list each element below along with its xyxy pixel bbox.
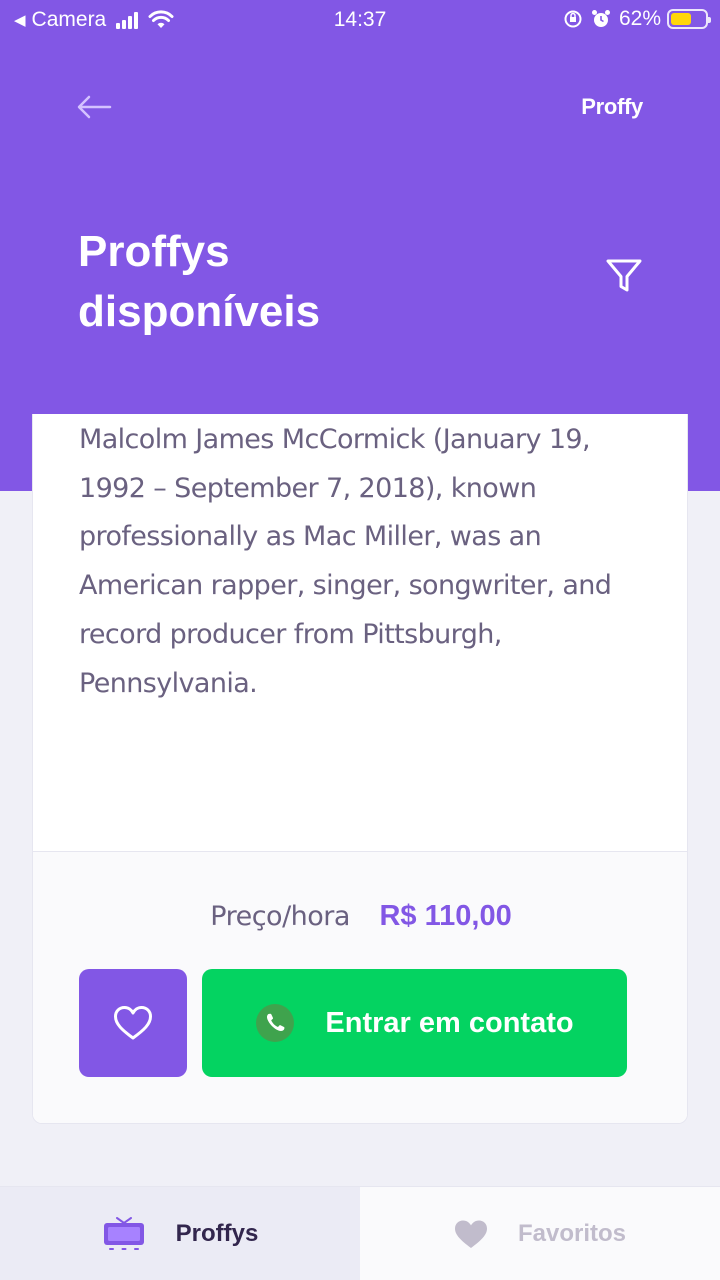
- price-row: Preço/hora R$ 110,00: [33, 900, 687, 933]
- price-label: Preço/hora: [210, 901, 350, 932]
- tab-favoritos-label: Favoritos: [517, 1220, 627, 1247]
- battery-icon: [667, 9, 711, 29]
- orientation-lock-icon: [564, 10, 582, 28]
- card-footer: Preço/hora R$ 110,00 Entrar em contato: [33, 851, 687, 1123]
- whatsapp-icon: [256, 1004, 295, 1042]
- alarm-icon: [591, 10, 610, 27]
- screen: ◀ Camera 14:37 62% Proffy Proffys dispon…: [0, 0, 720, 1280]
- tv-icon: [103, 1217, 144, 1250]
- contact-button-label: Entrar em contato: [325, 1006, 574, 1039]
- back-arrow-icon[interactable]: [74, 92, 114, 122]
- page-title-line-1: Proffys: [78, 227, 230, 276]
- tab-proffys[interactable]: Proffys: [0, 1187, 360, 1280]
- heart-outline-icon: [114, 1006, 152, 1040]
- status-right: 62%: [563, 7, 711, 31]
- price-value: R$ 110,00: [379, 900, 512, 932]
- status-bar: ◀ Camera 14:37 62%: [0, 0, 720, 40]
- tab-proffys-label: Proffys: [175, 1220, 259, 1247]
- contact-button[interactable]: Entrar em contato: [202, 969, 627, 1077]
- battery-fill: [671, 13, 692, 25]
- page-title: Proffys disponíveis: [78, 222, 498, 342]
- brand-logo: Proffy: [581, 94, 643, 119]
- page-title-line-2: disponíveis: [78, 287, 321, 336]
- battery-percent: 62%: [618, 7, 661, 30]
- tab-favoritos[interactable]: Favoritos: [360, 1187, 720, 1280]
- filter-icon[interactable]: [604, 256, 644, 296]
- bottom-tab-bar: Proffys Favoritos: [0, 1186, 720, 1280]
- teacher-bio: Malcolm James McCormick (January 19, 199…: [79, 424, 612, 699]
- favorite-button[interactable]: [79, 969, 187, 1077]
- heart-icon: [454, 1220, 487, 1248]
- teacher-card: Malcolm James McCormick (January 19, 199…: [32, 414, 688, 1124]
